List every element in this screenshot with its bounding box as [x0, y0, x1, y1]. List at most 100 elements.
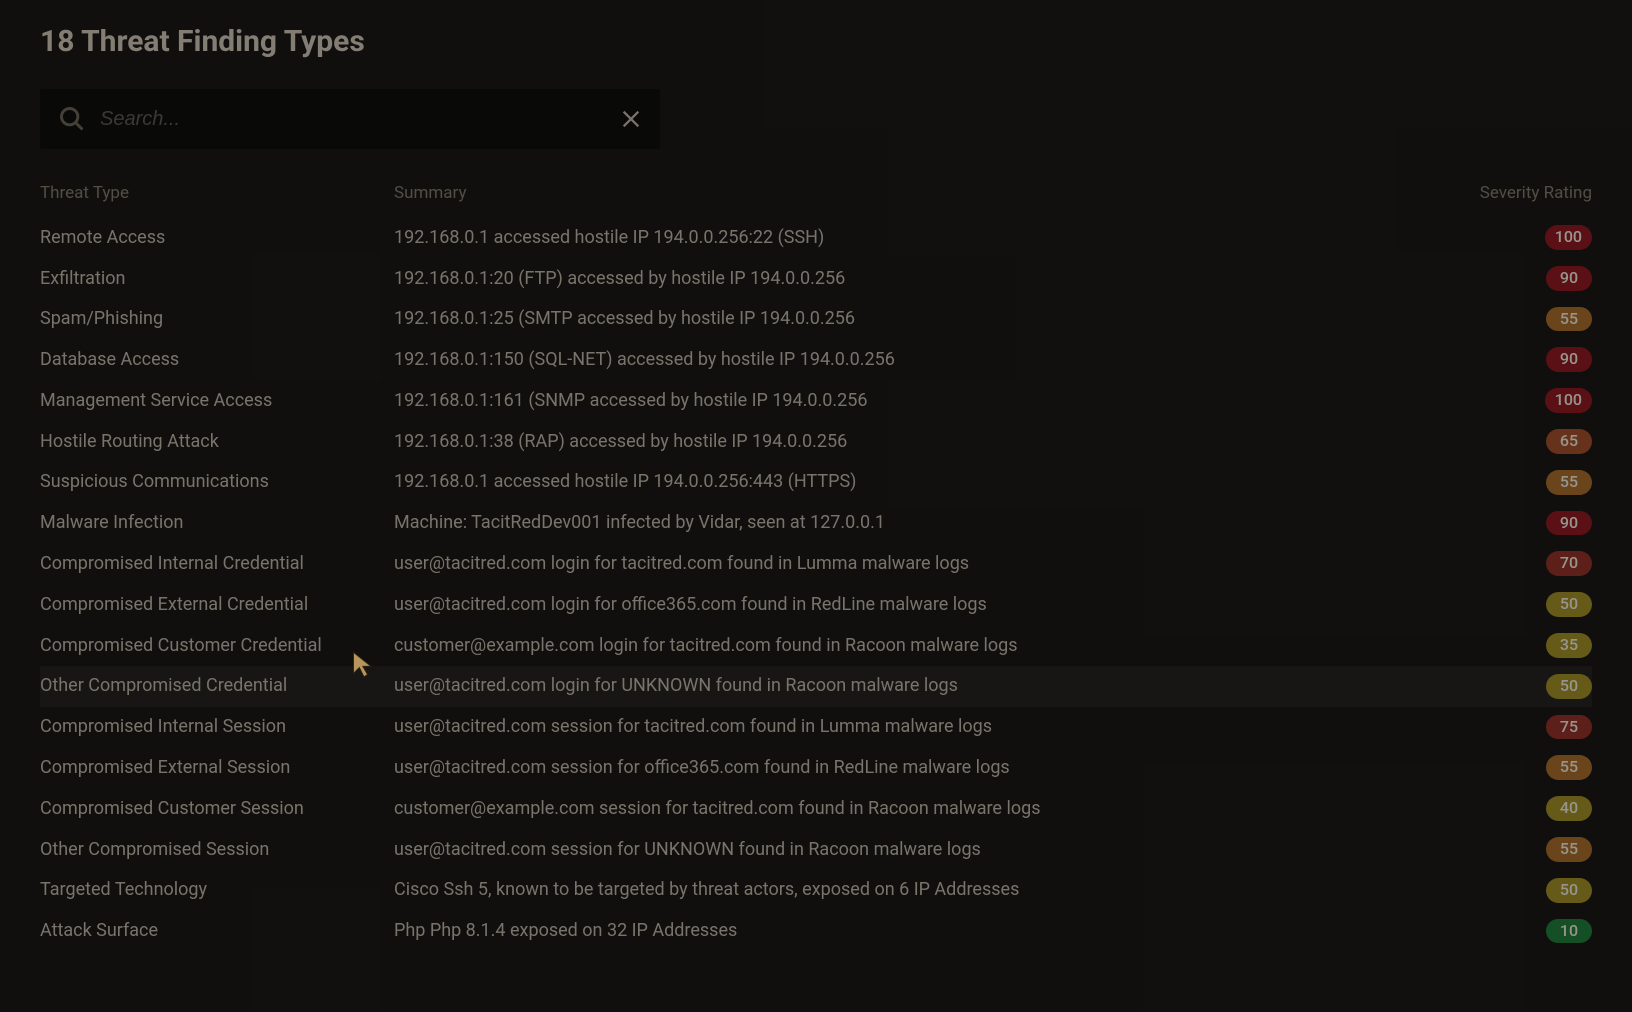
severity-badge: 55: [1546, 307, 1592, 332]
threat-type-cell: Remote Access: [40, 226, 394, 249]
summary-cell: user@tacitred.com session for tacitred.c…: [394, 715, 1452, 738]
table-row[interactable]: Exfiltration192.168.0.1:20 (FTP) accesse…: [40, 258, 1592, 299]
threat-table: Threat Type Summary Severity Rating Remo…: [40, 177, 1592, 951]
severity-cell: 55: [1452, 837, 1592, 862]
threat-type-cell: Compromised Customer Session: [40, 797, 394, 820]
threat-type-cell: Compromised Internal Credential: [40, 552, 394, 575]
threat-type-cell: Database Access: [40, 348, 394, 371]
severity-badge: 55: [1546, 470, 1592, 495]
severity-cell: 40: [1452, 796, 1592, 821]
table-row[interactable]: Suspicious Communications192.168.0.1 acc…: [40, 462, 1592, 503]
severity-badge: 40: [1546, 796, 1592, 821]
severity-badge: 10: [1546, 919, 1592, 944]
threat-type-cell: Attack Surface: [40, 919, 394, 942]
summary-cell: 192.168.0.1:161 (SNMP accessed by hostil…: [394, 389, 1452, 412]
threat-type-cell: Compromised Customer Credential: [40, 634, 394, 657]
table-row[interactable]: Management Service Access192.168.0.1:161…: [40, 380, 1592, 421]
summary-cell: user@tacitred.com login for UNKNOWN foun…: [394, 674, 1452, 697]
severity-cell: 65: [1452, 429, 1592, 454]
table-row[interactable]: Targeted TechnologyCisco Ssh 5, known to…: [40, 870, 1592, 911]
severity-cell: 100: [1452, 225, 1592, 250]
severity-badge: 50: [1546, 592, 1592, 617]
summary-cell: user@tacitred.com session for UNKNOWN fo…: [394, 838, 1452, 861]
threat-type-cell: Other Compromised Session: [40, 838, 394, 861]
severity-cell: 75: [1452, 715, 1592, 740]
search-box[interactable]: [40, 89, 660, 149]
severity-badge: 100: [1545, 388, 1592, 413]
summary-cell: 192.168.0.1:25 (SMTP accessed by hostile…: [394, 307, 1452, 330]
table-header: Threat Type Summary Severity Rating: [40, 177, 1592, 217]
search-icon: [58, 105, 86, 133]
summary-cell: Php Php 8.1.4 exposed on 32 IP Addresses: [394, 919, 1452, 942]
threat-type-cell: Compromised Internal Session: [40, 715, 394, 738]
threat-type-cell: Suspicious Communications: [40, 470, 394, 493]
threat-type-cell: Exfiltration: [40, 267, 394, 290]
severity-cell: 10: [1452, 919, 1592, 944]
threat-type-cell: Spam/Phishing: [40, 307, 394, 330]
table-row[interactable]: Other Compromised Credentialuser@tacitre…: [40, 666, 1592, 707]
severity-badge: 55: [1546, 837, 1592, 862]
severity-cell: 55: [1452, 470, 1592, 495]
col-header-summary[interactable]: Summary: [394, 183, 1452, 203]
summary-cell: Cisco Ssh 5, known to be targeted by thr…: [394, 878, 1452, 901]
severity-cell: 100: [1452, 388, 1592, 413]
table-row[interactable]: Remote Access192.168.0.1 accessed hostil…: [40, 217, 1592, 258]
summary-cell: Machine: TacitRedDev001 infected by Vida…: [394, 511, 1452, 534]
table-row[interactable]: Malware InfectionMachine: TacitRedDev001…: [40, 503, 1592, 544]
summary-cell: 192.168.0.1:38 (RAP) accessed by hostile…: [394, 430, 1452, 453]
table-body: Remote Access192.168.0.1 accessed hostil…: [40, 217, 1592, 951]
severity-cell: 90: [1452, 347, 1592, 372]
severity-cell: 90: [1452, 511, 1592, 536]
severity-badge: 35: [1546, 633, 1592, 658]
summary-cell: 192.168.0.1 accessed hostile IP 194.0.0.…: [394, 226, 1452, 249]
col-header-severity[interactable]: Severity Rating: [1452, 183, 1592, 203]
severity-cell: 90: [1452, 266, 1592, 291]
table-row[interactable]: Other Compromised Sessionuser@tacitred.c…: [40, 829, 1592, 870]
severity-cell: 50: [1452, 592, 1592, 617]
table-row[interactable]: Compromised Internal Sessionuser@tacitre…: [40, 707, 1592, 748]
summary-cell: 192.168.0.1:150 (SQL-NET) accessed by ho…: [394, 348, 1452, 371]
severity-cell: 35: [1452, 633, 1592, 658]
table-row[interactable]: Compromised Internal Credentialuser@taci…: [40, 543, 1592, 584]
severity-cell: 70: [1452, 551, 1592, 576]
table-row[interactable]: Compromised Customer Sessioncustomer@exa…: [40, 788, 1592, 829]
severity-cell: 55: [1452, 307, 1592, 332]
summary-cell: 192.168.0.1:20 (FTP) accessed by hostile…: [394, 267, 1452, 290]
table-row[interactable]: Attack SurfacePhp Php 8.1.4 exposed on 3…: [40, 911, 1592, 952]
threat-type-cell: Hostile Routing Attack: [40, 430, 394, 453]
threat-findings-panel: 18 Threat Finding Types Threat Type Summ…: [0, 0, 1632, 975]
summary-cell: user@tacitred.com login for office365.co…: [394, 593, 1452, 616]
close-icon[interactable]: [620, 108, 642, 130]
severity-badge: 90: [1546, 347, 1592, 372]
threat-type-cell: Compromised External Session: [40, 756, 394, 779]
severity-badge: 90: [1546, 266, 1592, 291]
severity-badge: 55: [1546, 755, 1592, 780]
table-row[interactable]: Hostile Routing Attack192.168.0.1:38 (RA…: [40, 421, 1592, 462]
severity-cell: 50: [1452, 878, 1592, 903]
threat-type-cell: Malware Infection: [40, 511, 394, 534]
summary-cell: 192.168.0.1 accessed hostile IP 194.0.0.…: [394, 470, 1452, 493]
severity-badge: 75: [1546, 715, 1592, 740]
table-row[interactable]: Compromised External Credentialuser@taci…: [40, 584, 1592, 625]
col-header-type[interactable]: Threat Type: [40, 183, 394, 203]
summary-cell: customer@example.com login for tacitred.…: [394, 634, 1452, 657]
search-input[interactable]: [100, 108, 620, 131]
severity-badge: 50: [1546, 878, 1592, 903]
severity-cell: 55: [1452, 755, 1592, 780]
severity-badge: 90: [1546, 511, 1592, 536]
summary-cell: user@tacitred.com login for tacitred.com…: [394, 552, 1452, 575]
threat-type-cell: Targeted Technology: [40, 878, 394, 901]
severity-cell: 50: [1452, 674, 1592, 699]
threat-type-cell: Other Compromised Credential: [40, 674, 394, 697]
severity-badge: 70: [1546, 551, 1592, 576]
table-row[interactable]: Spam/Phishing192.168.0.1:25 (SMTP access…: [40, 299, 1592, 340]
summary-cell: customer@example.com session for tacitre…: [394, 797, 1452, 820]
summary-cell: user@tacitred.com session for office365.…: [394, 756, 1452, 779]
table-row[interactable]: Compromised External Sessionuser@tacitre…: [40, 747, 1592, 788]
threat-type-cell: Management Service Access: [40, 389, 394, 412]
severity-badge: 100: [1545, 225, 1592, 250]
severity-badge: 65: [1546, 429, 1592, 454]
table-row[interactable]: Database Access192.168.0.1:150 (SQL-NET)…: [40, 339, 1592, 380]
table-row[interactable]: Compromised Customer Credentialcustomer@…: [40, 625, 1592, 666]
threat-type-cell: Compromised External Credential: [40, 593, 394, 616]
